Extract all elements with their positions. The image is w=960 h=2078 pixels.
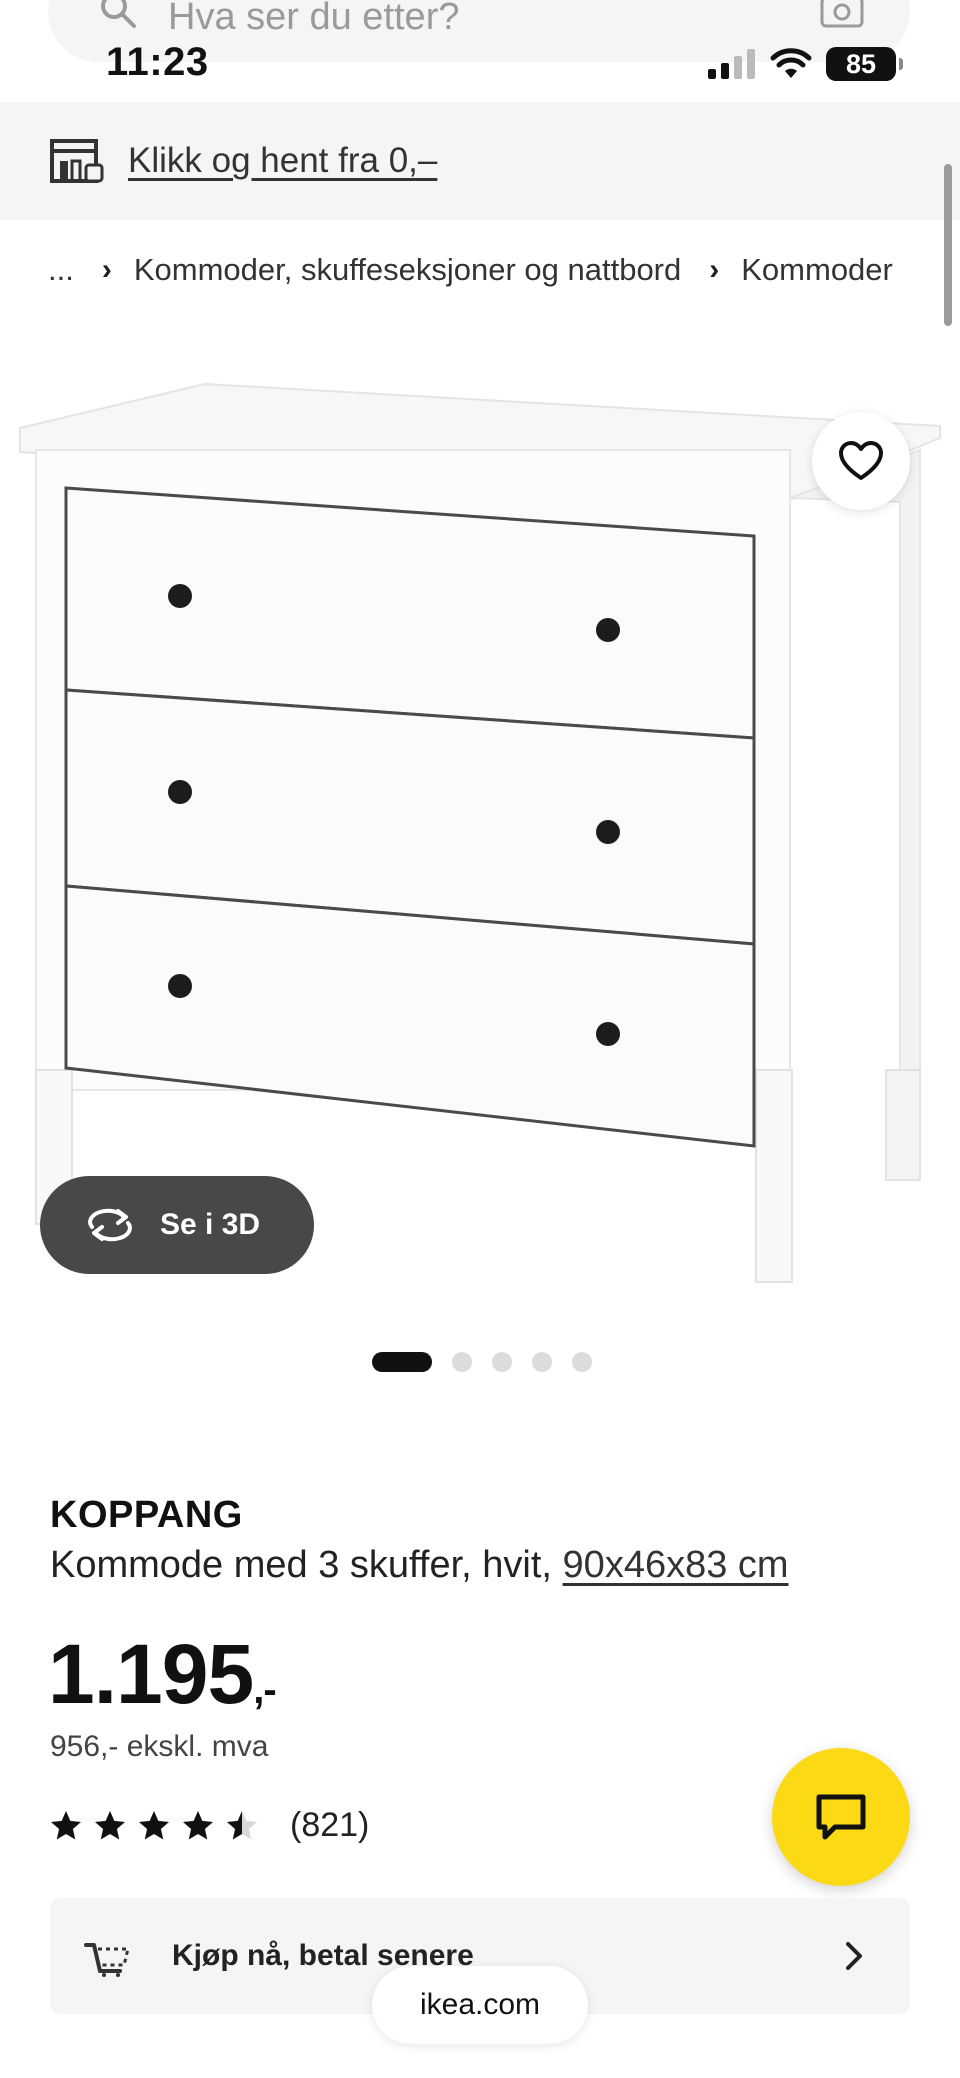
star-half-icon <box>227 1810 257 1839</box>
star-icon <box>95 1810 125 1839</box>
product-brand: KOPPANG <box>50 1494 243 1536</box>
click-collect-link[interactable]: Klikk og hent fra 0,– <box>128 141 437 181</box>
favorite-button[interactable] <box>812 412 910 510</box>
review-count[interactable]: (821) <box>290 1806 369 1845</box>
browser-url-pill[interactable]: ikea.com <box>372 1966 588 2044</box>
see-in-3d-button[interactable]: Se i 3D <box>40 1176 314 1274</box>
chevron-right-icon <box>846 1942 862 1970</box>
star-icon <box>51 1810 81 1839</box>
breadcrumb: ... › Kommoder, skuffeseksjoner og nattb… <box>48 252 893 288</box>
gallery-dot-1[interactable] <box>372 1352 432 1372</box>
chat-button[interactable] <box>772 1748 910 1886</box>
price-main: 1.195 <box>48 1627 254 1721</box>
status-icons: 85 <box>708 44 903 84</box>
heart-icon <box>839 441 883 480</box>
product-price: 1.195,- <box>48 1626 277 1723</box>
browser-url: ikea.com <box>419 1988 541 2021</box>
gallery-pagination <box>372 1352 592 1372</box>
click-collect-banner[interactable]: Klikk og hent fra 0,– <box>0 102 960 220</box>
product-dimensions-link[interactable]: 90x46x83 cm <box>563 1544 789 1586</box>
breadcrumb-item-dressers[interactable]: Kommoder <box>741 252 893 288</box>
product-image[interactable] <box>0 370 960 1300</box>
breadcrumb-ellipsis[interactable]: ... <box>48 252 74 288</box>
wifi-icon <box>770 48 812 78</box>
search-icon <box>101 0 136 28</box>
product-rating[interactable]: (821) <box>48 1806 369 1845</box>
search-placeholder: Hva ser du etter? <box>168 0 460 38</box>
status-time: 11:23 <box>106 40 209 84</box>
gallery-dot-3[interactable] <box>492 1352 512 1372</box>
star-icon <box>139 1810 169 1839</box>
see-in-3d-label: Se i 3D <box>160 1208 261 1241</box>
gallery-dot-5[interactable] <box>572 1352 592 1372</box>
product-description: Kommode med 3 skuffer, hvit, 90x46x83 cm <box>50 1544 789 1587</box>
price-ex-vat: 956,- ekskl. mva <box>50 1730 269 1763</box>
chevron-right-icon: › <box>709 253 720 286</box>
rotate-3d-icon <box>88 1208 132 1242</box>
signal-icon <box>708 49 755 79</box>
battery-level: 85 <box>845 48 877 79</box>
camera-icon[interactable] <box>820 0 864 28</box>
scrollbar[interactable] <box>944 164 952 326</box>
product-description-text: Kommode med 3 skuffer, hvit, <box>50 1544 563 1586</box>
chevron-right-icon: › <box>101 253 112 286</box>
breadcrumb-item-dressers-category[interactable]: Kommoder, skuffeseksjoner og nattbord <box>134 252 681 288</box>
chat-icon <box>816 1794 866 1840</box>
gallery-dot-2[interactable] <box>452 1352 472 1372</box>
shopping-bag-icon <box>84 1943 130 1977</box>
gallery-dot-4[interactable] <box>532 1352 552 1372</box>
star-icon <box>183 1810 213 1839</box>
price-suffix: ,- <box>253 1668 276 1712</box>
store-pickup-icon <box>50 139 104 183</box>
battery-icon: 85 <box>826 47 903 81</box>
